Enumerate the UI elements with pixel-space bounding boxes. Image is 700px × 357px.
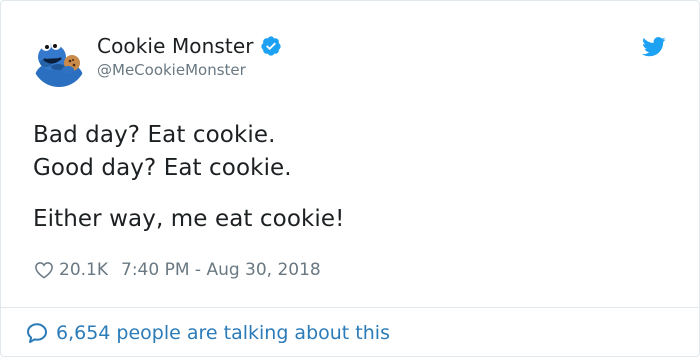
conversation-text: 6,654 people are talking about this xyxy=(56,322,390,344)
avatar[interactable] xyxy=(32,33,86,87)
tweet-line: Good day? Eat cookie. xyxy=(33,155,292,181)
twitter-bird-icon[interactable] xyxy=(642,37,666,57)
tweet-card: Cookie Monster @MeCookieMonster Bad day?… xyxy=(0,0,700,357)
cookie-monster-avatar xyxy=(32,33,86,87)
like-count[interactable]: 20.1K xyxy=(59,260,108,280)
tweet-meta: 20.1K 7:40 PM - Aug 30, 2018 xyxy=(34,258,321,282)
tweet-timestamp[interactable]: 7:40 PM - Aug 30, 2018 xyxy=(121,260,321,280)
tweet-paragraph-gap xyxy=(33,185,673,203)
conversation-link[interactable]: 6,654 people are talking about this xyxy=(25,319,390,347)
name-row: Cookie Monster xyxy=(97,32,282,60)
tweet-line: Bad day? Eat cookie. xyxy=(33,122,276,148)
divider xyxy=(1,307,699,308)
heart-icon[interactable] xyxy=(34,260,54,280)
display-name[interactable]: Cookie Monster xyxy=(97,34,254,58)
tweet-text: Bad day? Eat cookie. Good day? Eat cooki… xyxy=(33,119,673,236)
user-block: Cookie Monster @MeCookieMonster xyxy=(97,32,282,79)
verified-badge-icon xyxy=(260,35,282,57)
user-handle[interactable]: @MeCookieMonster xyxy=(97,61,282,79)
speech-bubble-icon xyxy=(25,321,49,345)
tweet-header: Cookie Monster @MeCookieMonster xyxy=(1,1,699,101)
tweet-line: Either way, me eat cookie! xyxy=(33,206,345,232)
